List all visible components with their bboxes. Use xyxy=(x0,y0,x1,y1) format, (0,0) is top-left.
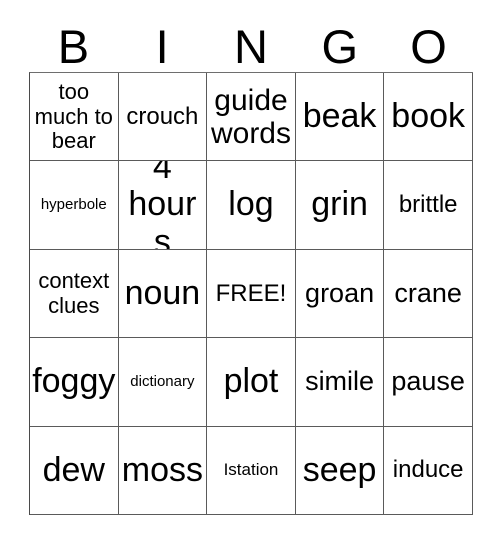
bingo-cell-label: log xyxy=(228,185,274,224)
bingo-cell-b4[interactable]: foggy xyxy=(30,338,119,427)
bingo-cell-o4[interactable]: pause xyxy=(384,338,473,427)
bingo-cell-label: brittle xyxy=(398,191,458,219)
bingo-cell-label: grin xyxy=(311,185,368,224)
bingo-cell-label: dew xyxy=(42,450,105,489)
bingo-cell-i3[interactable]: noun xyxy=(118,249,208,339)
bingo-cell-n5[interactable]: Istation xyxy=(207,426,296,516)
bingo-cell-i4[interactable]: dictionary xyxy=(118,338,208,427)
bingo-row: dew moss Istation seep induce xyxy=(30,426,473,516)
bingo-cell-g3[interactable]: groan xyxy=(295,249,385,339)
bingo-cell-g1[interactable]: beak xyxy=(295,73,385,162)
bingo-cell-label: hyperbole xyxy=(40,196,107,214)
bingo-cell-label: beak xyxy=(302,97,377,135)
bingo-cell-label: induce xyxy=(392,456,464,484)
bingo-cell-label: seep xyxy=(302,450,377,489)
bingo-cell-i1[interactable]: crouch xyxy=(118,73,208,162)
bingo-header: B I N G O xyxy=(29,16,473,72)
bingo-cell-i2[interactable]: 4 hours xyxy=(118,161,208,250)
header-letter-b: B xyxy=(57,20,90,73)
bingo-cell-label: noun xyxy=(124,273,201,312)
bingo-cell-label: Istation xyxy=(223,460,279,480)
bingo-row: foggy dictionary plot simile pause xyxy=(30,338,473,427)
free-space-label: FREE! xyxy=(215,279,287,307)
bingo-row: hyperbole 4 hours log grin brittle xyxy=(30,161,473,250)
bingo-cell-g5[interactable]: seep xyxy=(295,426,385,516)
bingo-cell-g2[interactable]: grin xyxy=(295,161,385,250)
bingo-cell-label: dictionary xyxy=(130,373,195,391)
bingo-cell-g4[interactable]: simile xyxy=(295,338,385,427)
bingo-cell-label: groan xyxy=(305,277,375,308)
bingo-cell-n1[interactable]: guide words xyxy=(207,73,296,162)
bingo-cell-label: pause xyxy=(391,366,465,397)
bingo-cell-label: context clues xyxy=(38,268,110,318)
bingo-cell-o1[interactable]: book xyxy=(384,73,473,162)
bingo-cell-label: plot xyxy=(223,362,279,401)
bingo-card: B I N G O too much to bear crouch guide … xyxy=(0,0,500,544)
header-letter-g: G xyxy=(321,20,359,73)
bingo-cell-b1[interactable]: too much to bear xyxy=(30,73,119,162)
bingo-cell-label: crane xyxy=(394,277,462,308)
bingo-cell-label: book xyxy=(391,97,466,135)
bingo-cell-n4[interactable]: plot xyxy=(207,338,296,427)
bingo-cell-o2[interactable]: brittle xyxy=(384,161,473,250)
bingo-cell-free-space[interactable]: FREE! xyxy=(207,249,296,339)
bingo-cell-label: too much to bear xyxy=(34,79,113,153)
bingo-cell-b5[interactable]: dew xyxy=(30,426,119,516)
bingo-cell-label: foggy xyxy=(32,362,116,401)
bingo-cell-label: crouch xyxy=(126,102,199,130)
bingo-cell-o3[interactable]: crane xyxy=(384,249,473,339)
bingo-cell-i5[interactable]: moss xyxy=(118,426,208,516)
bingo-cell-label: guide words xyxy=(210,83,291,150)
bingo-cell-b3[interactable]: context clues xyxy=(30,249,119,339)
bingo-cell-label: 4 hours xyxy=(128,161,197,250)
bingo-grid: too much to bear crouch guide words beak… xyxy=(29,72,473,516)
bingo-cell-label: moss xyxy=(121,450,203,489)
bingo-cell-n2[interactable]: log xyxy=(207,161,296,250)
header-letter-o: O xyxy=(410,20,447,73)
bingo-cell-label: simile xyxy=(305,366,375,397)
header-letter-n: N xyxy=(234,20,268,73)
bingo-cell-b2[interactable]: hyperbole xyxy=(30,161,119,250)
bingo-row: context clues noun FREE! groan crane xyxy=(30,249,473,339)
bingo-cell-o5[interactable]: induce xyxy=(384,426,473,516)
bingo-row: too much to bear crouch guide words beak… xyxy=(30,73,473,162)
header-letter-i: I xyxy=(155,20,169,73)
